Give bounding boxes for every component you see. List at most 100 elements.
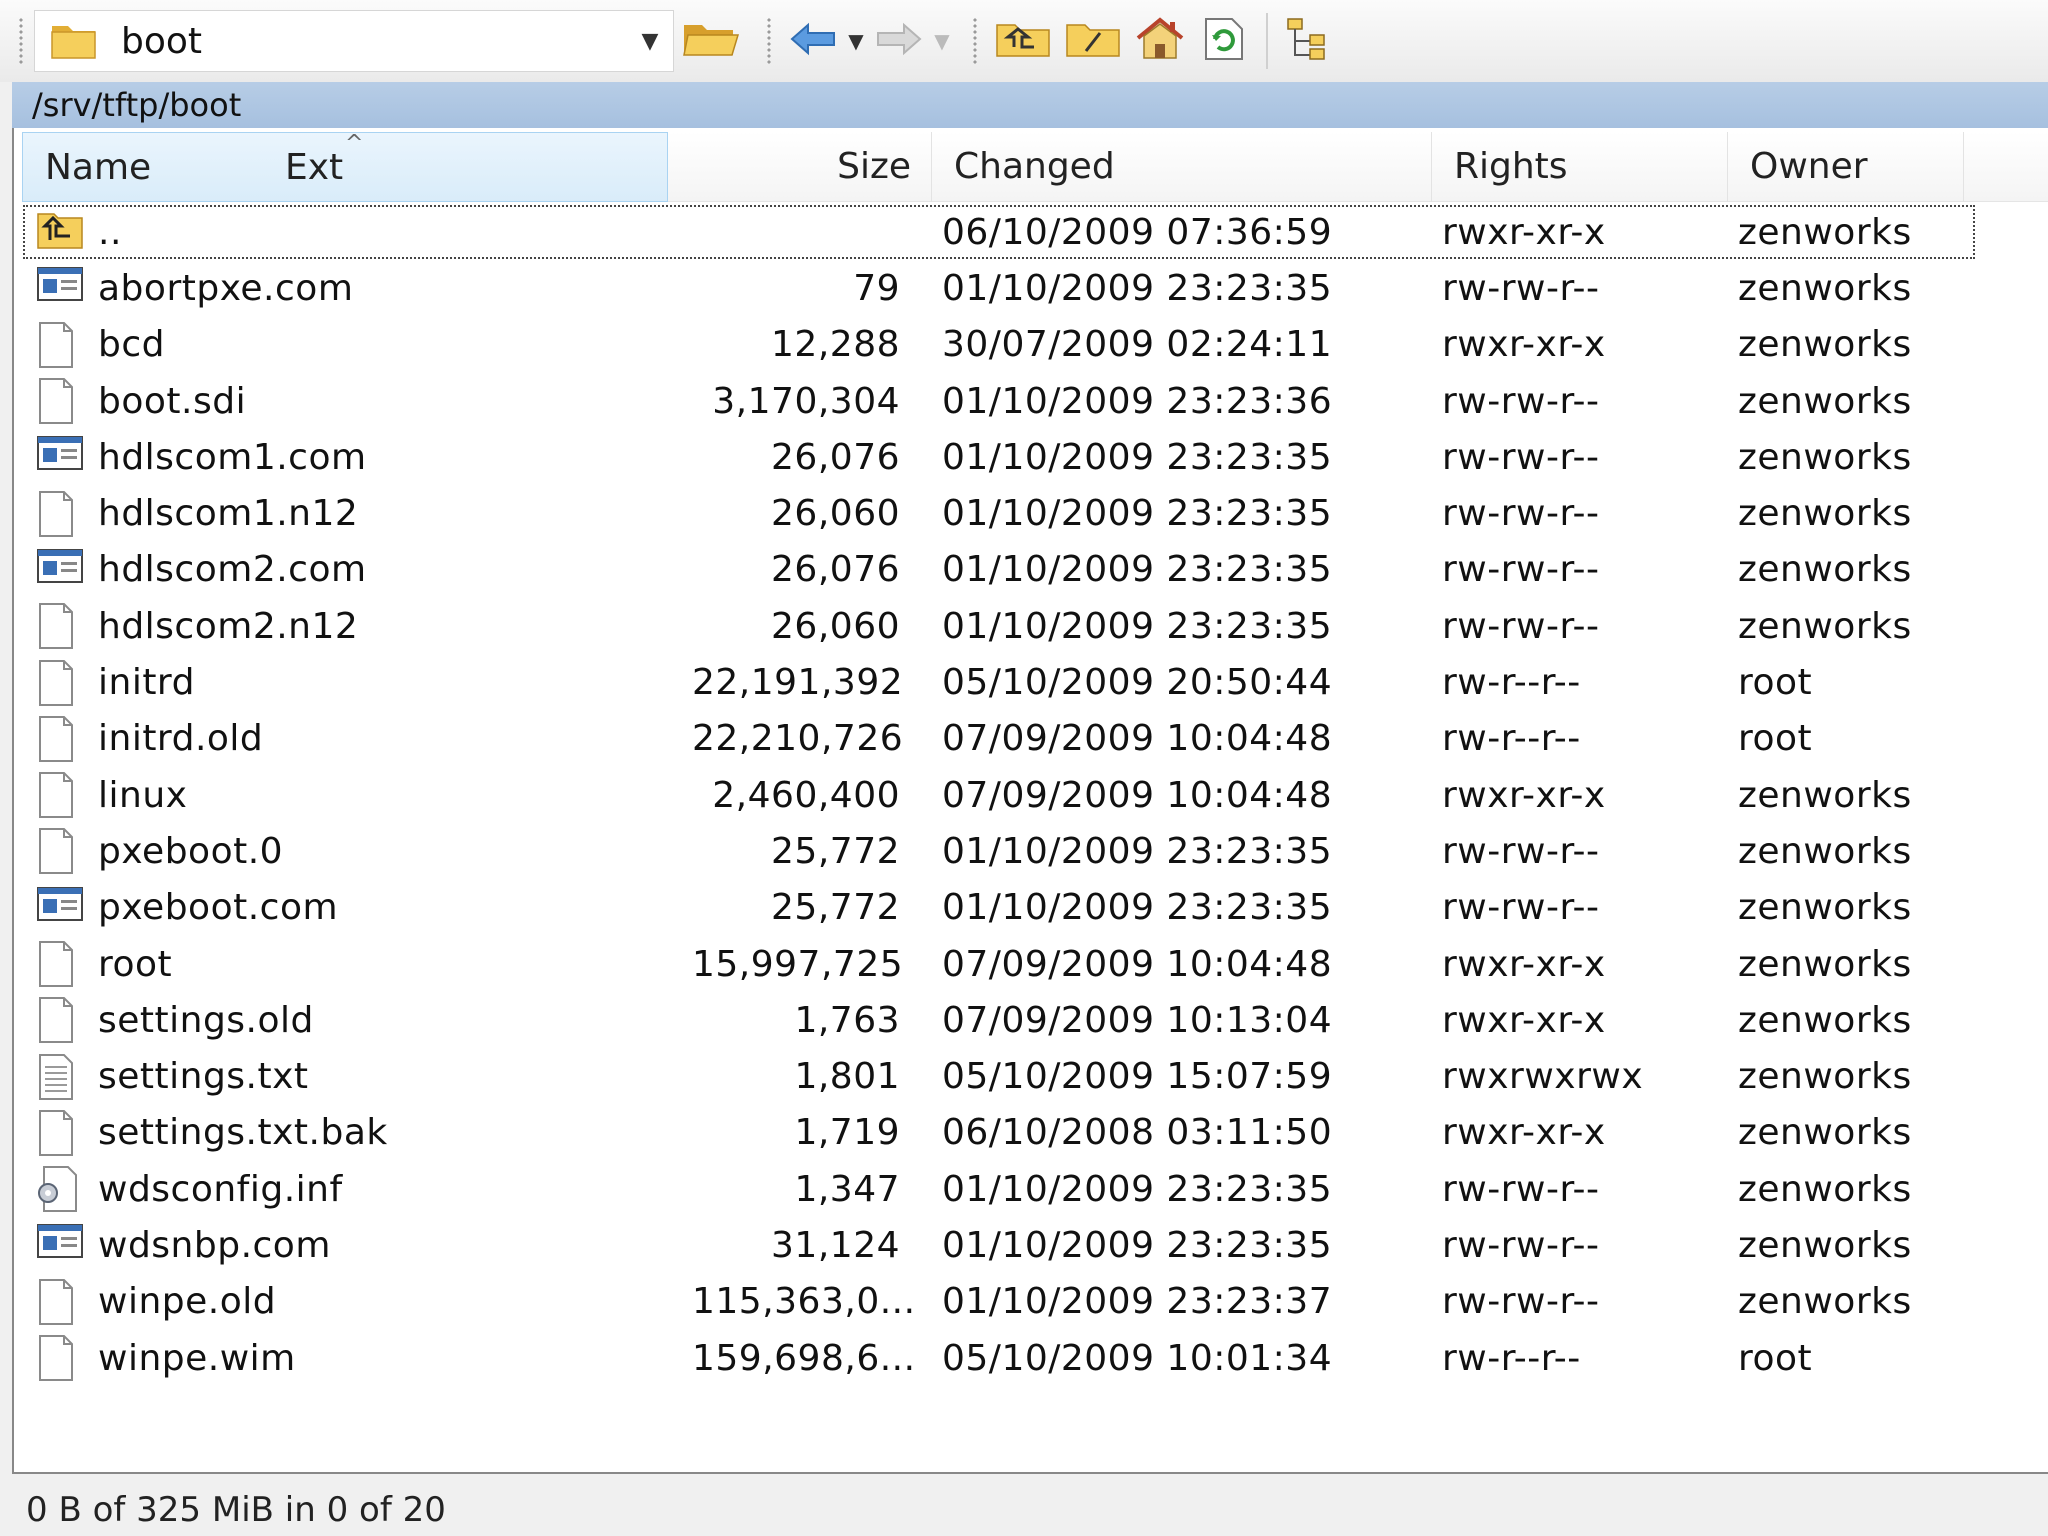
executable-file-icon — [36, 884, 84, 932]
column-header-changed[interactable]: Changed — [932, 132, 1432, 202]
table-row[interactable]: settings.txt 1,801 05/10/2009 15:07:59 rwxr… — [22, 1048, 2022, 1104]
file-changed: 01/10/2009 23:23:35 — [942, 493, 1333, 535]
file-icon — [36, 715, 84, 763]
file-name: bcd — [98, 324, 165, 366]
file-changed: 01/10/2009 23:23:35 — [942, 549, 1333, 591]
column-header-name[interactable]: Name Ext ^ — [22, 131, 668, 203]
table-row[interactable]: .. 06/10/2009 07:36:59 rwxr-xr-x zenworks — [22, 204, 1976, 260]
refresh-button[interactable] — [1198, 10, 1250, 72]
file-name: settings.old — [98, 999, 314, 1041]
file-rights: rw-rw-r-- — [1442, 1224, 1600, 1266]
table-row[interactable]: winpe.wim 159,698,6... 05/10/2009 10:01:34… — [22, 1330, 2022, 1386]
open-folder-button[interactable] — [680, 10, 742, 72]
executable-file-icon — [36, 433, 84, 481]
table-row[interactable]: hdlscom2.com 26,076 01/10/2009 23:23:35 rw-… — [22, 542, 2022, 598]
file-changed: 06/10/2008 03:11:50 — [942, 1112, 1333, 1154]
file-rights: rwxr-xr-x — [1442, 1112, 1606, 1154]
path-combo[interactable]: boot ▼ — [34, 10, 674, 72]
file-rights: rw-rw-r-- — [1442, 605, 1600, 647]
file-name: hdlscom2.n12 — [98, 605, 359, 647]
file-owner: zenworks — [1738, 324, 1912, 366]
tree-view-button[interactable] — [1284, 10, 1340, 72]
table-row[interactable]: hdlscom1.n12 26,060 01/10/2009 23:23:35 rw-… — [22, 485, 2022, 541]
file-rights: rw-rw-r-- — [1442, 1281, 1600, 1323]
table-row[interactable]: abortpxe.com 79 01/10/2009 23:23:35 rw-rw-r… — [22, 260, 2022, 316]
status-bar: 0 B of 325 MiB in 0 of 20 — [26, 1490, 446, 1530]
file-size: 22,191,392 — [692, 662, 904, 704]
file-icon — [36, 377, 84, 425]
file-rights: rwxr-xr-x — [1442, 211, 1606, 253]
chevron-down-icon[interactable]: ▼ — [844, 29, 868, 53]
table-row[interactable]: bcd 12,288 30/07/2009 02:24:11 rwxr-xr-x zen… — [22, 317, 2022, 373]
file-icon — [36, 771, 84, 819]
file-changed: 01/10/2009 23:23:35 — [942, 830, 1333, 872]
file-rights: rwxr-xr-x — [1442, 774, 1606, 816]
file-size: 25,772 — [771, 830, 900, 872]
text-file-icon — [36, 1053, 84, 1101]
table-row[interactable]: wdsnbp.com 31,124 01/10/2009 23:23:35 rw-rw… — [22, 1217, 2022, 1273]
toolbar-grip[interactable] — [18, 17, 24, 65]
executable-file-icon — [36, 1221, 84, 1269]
table-row[interactable]: initrd.old 22,210,726 07/09/2009 10:04:48 r… — [22, 711, 2022, 767]
root-directory-button[interactable] — [1064, 10, 1122, 72]
file-name: winpe.old — [98, 1281, 277, 1323]
file-name: abortpxe.com — [98, 267, 354, 309]
table-row[interactable]: hdlscom2.n12 26,060 01/10/2009 23:23:35 rw-… — [22, 598, 2022, 654]
home-icon — [1134, 16, 1186, 66]
file-owner: zenworks — [1738, 436, 1912, 478]
file-rights: rw-rw-r-- — [1442, 493, 1600, 535]
table-row[interactable]: winpe.old 115,363,0... 01/10/2009 23:23:37… — [22, 1274, 2022, 1330]
table-row[interactable]: initrd 22,191,392 05/10/2009 20:50:44 rw-r-… — [22, 654, 2022, 710]
table-row[interactable]: pxeboot.com 25,772 01/10/2009 23:23:35 rw-r… — [22, 880, 2022, 936]
back-button[interactable] — [788, 10, 838, 72]
toolbar-grip[interactable] — [766, 17, 772, 65]
file-list-panel: Name Ext ^ Size Changed Rights Owner .. 0… — [12, 128, 2048, 1474]
file-name: settings.txt.bak — [98, 1112, 388, 1154]
file-owner: zenworks — [1738, 267, 1912, 309]
column-header-ext[interactable]: Ext — [285, 133, 343, 203]
file-size: 26,060 — [771, 493, 900, 535]
forward-button[interactable] — [874, 10, 924, 72]
table-row[interactable]: hdlscom1.com 26,076 01/10/2009 23:23:35 rw-… — [22, 429, 2022, 485]
table-row[interactable]: root 15,997,725 07/09/2009 10:04:48 rwxr-xr… — [22, 936, 2022, 992]
file-owner: zenworks — [1738, 605, 1912, 647]
column-header-size[interactable]: Size — [668, 132, 932, 202]
file-owner: zenworks — [1738, 887, 1912, 929]
file-name: linux — [98, 774, 188, 816]
file-name-cell: settings.txt.bak — [22, 1109, 692, 1157]
file-size: 26,060 — [771, 605, 900, 647]
table-row[interactable]: settings.txt.bak 1,719 06/10/2008 03:11:50… — [22, 1105, 2022, 1161]
file-size: 3,170,304 — [712, 380, 900, 422]
parent-directory-button[interactable] — [994, 10, 1052, 72]
toolbar-grip[interactable] — [972, 17, 978, 65]
column-header-rights[interactable]: Rights — [1432, 132, 1728, 202]
home-button[interactable] — [1134, 10, 1186, 72]
file-owner: zenworks — [1738, 943, 1912, 985]
file-name-cell: settings.txt — [22, 1053, 692, 1101]
file-size: 25,772 — [771, 887, 900, 929]
table-row[interactable]: linux 2,460,400 07/09/2009 10:04:48 rwxr-xr… — [22, 767, 2022, 823]
file-owner: zenworks — [1738, 830, 1912, 872]
file-name-cell: .. — [22, 208, 692, 256]
toolbar: boot ▼ ▼ ▼ — [0, 0, 2048, 82]
file-name: winpe.wim — [98, 1337, 296, 1379]
chevron-down-icon[interactable]: ▼ — [633, 11, 667, 71]
file-size: 1,763 — [794, 999, 900, 1041]
file-rights: rw-rw-r-- — [1442, 436, 1600, 478]
file-owner: root — [1738, 1337, 1813, 1379]
table-row[interactable]: boot.sdi 3,170,304 01/10/2009 23:23:36 rw-r… — [22, 373, 2022, 429]
file-owner: zenworks — [1738, 1224, 1912, 1266]
chevron-down-icon[interactable]: ▼ — [930, 29, 954, 53]
file-rights: rwxrwxrwx — [1442, 1056, 1644, 1098]
file-size: 115,363,0... — [692, 1281, 916, 1323]
table-row[interactable]: wdsconfig.inf 1,347 01/10/2009 23:23:35 rw-… — [22, 1161, 2022, 1217]
file-changed: 05/10/2009 15:07:59 — [942, 1056, 1333, 1098]
column-header-owner[interactable]: Owner — [1728, 132, 1964, 202]
file-name: settings.txt — [98, 1056, 309, 1098]
file-name-cell: pxeboot.0 — [22, 827, 692, 875]
file-icon — [36, 827, 84, 875]
sort-ascending-icon: ^ — [345, 131, 364, 156]
file-owner: zenworks — [1738, 549, 1912, 591]
table-row[interactable]: settings.old 1,763 07/09/2009 10:13:04 rwxr… — [22, 992, 2022, 1048]
table-row[interactable]: pxeboot.0 25,772 01/10/2009 23:23:35 rw-rw-… — [22, 823, 2022, 879]
